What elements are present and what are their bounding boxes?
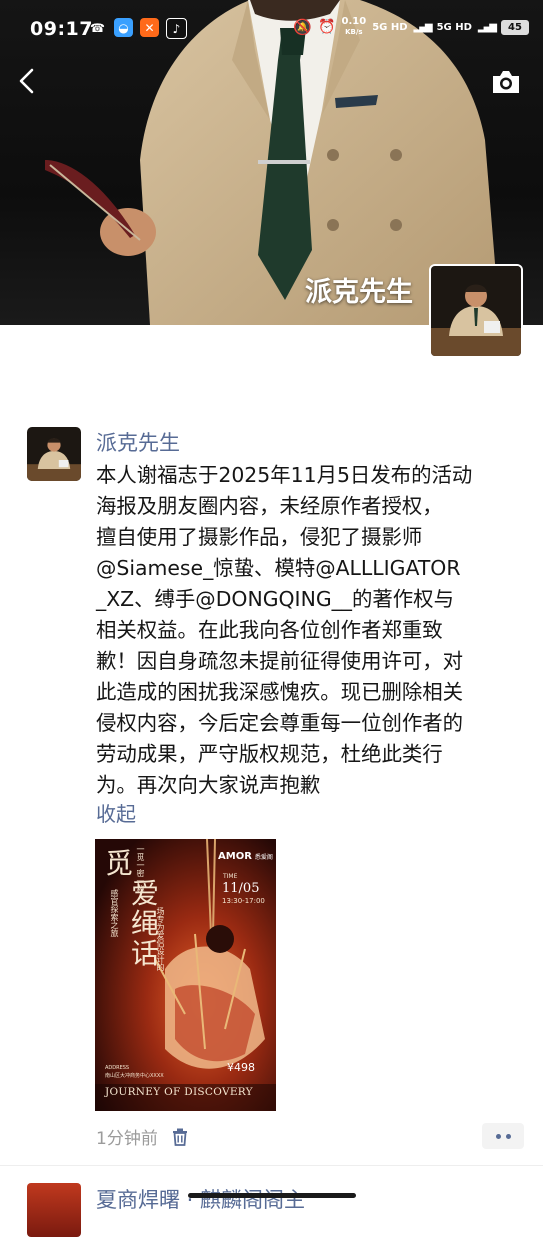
post-text-line: @Siamese_惊蛰、模特@ALLLIGATOR [96,556,461,580]
signal-bars-icon: ▂▄▆ [413,21,433,33]
battery-level: 45 [508,21,522,33]
post-text-line: 劳动成果，严守版权规范，杜绝此类行 [96,742,443,766]
post-text-line: 相关权益。在此我向各位创作者郑重致 [96,618,443,642]
net-speed-value: 0.10 [341,16,367,27]
post-text-line: _XZ、缚手@DONGQING__的著作权与 [96,587,454,611]
poster-address-label: ADDRESS [105,1065,130,1071]
delete-icon[interactable] [172,1128,188,1146]
weather-app-icon: ◒ [114,18,133,37]
author-avatar[interactable] [27,427,81,481]
poster-brand-name: AMOR [218,851,252,862]
net-speed-unit: KB/s [345,28,363,36]
post-text-line: 擅自使用了摄影作品，侵犯了摄影师 [96,525,423,549]
cover-username: 派克先生 [305,277,413,308]
post-text-line: 歉！因自身疏忽未提前征得使用许可，对 [96,649,464,673]
status-notification-icons: ☎ ◒ ✕ ♪ [88,18,187,39]
poster-brand: AMOR 悉爱阁 [218,851,273,862]
poster-date: 11/05 [222,881,260,896]
phone-icon: ☎ [90,20,105,35]
post-text-line: 此造成的困扰我深感愧疚。现已删除相关 [96,680,464,704]
signal-sim2: 5G HD [436,21,472,33]
home-indicator[interactable] [188,1193,356,1198]
poster-time-label: TIME [223,873,238,880]
back-arrow-icon[interactable] [16,66,38,96]
next-author-name[interactable]: 夏商焊曙 · 麒麟阁阁主 [96,1184,305,1214]
post-text-line: 侵权内容，今后定会尊重每一位创作者的 [96,711,464,735]
alarm-icon: ⏰ [318,19,336,35]
collapse-link[interactable]: 收起 [96,798,136,827]
poster-subtitle-3: 场专为爱侣设计的 [156,907,165,971]
next-author-avatar[interactable] [27,1183,81,1237]
dot-icon [505,1133,511,1139]
poster-brand-sub: 悉爱阁 [254,854,273,861]
author-name[interactable]: 派克先生 [96,427,180,457]
post-image-poster[interactable]: 觅 爱 绳 话 一觅一密一秘 感官探索之旅 场专为爱侣设计的 AMOR 悉爱阁 … [95,839,276,1111]
status-bar: 09:17 ☎ ◒ ✕ ♪ 🔕 ⏰ 0.10 KB/s 5G HD ▂▄▆ 5G… [0,0,543,58]
poster-footer: JOURNEY OF DISCOVERY [105,1086,253,1098]
battery-icon: 45 [501,19,529,35]
post-text-line: 海报及朋友圈内容，未经原作者授权， [96,494,443,518]
poster-subtitle-2: 感官探索之旅 [110,889,119,937]
camera-icon[interactable] [490,68,522,96]
status-right-indicators: 🔕 ⏰ 0.10 KB/s 5G HD ▂▄▆ 5G HD ▂▄▆ 45 [293,17,529,37]
sports-app-icon: ✕ [140,18,159,37]
post-time: 1分钟前 [96,1129,158,1149]
poster-address: 南山区大冲商务中心XXXX [105,1073,164,1079]
status-time: 09:17 [30,18,93,40]
more-actions-button[interactable] [482,1123,524,1149]
post-text-line: 本人谢福志于2025年11月5日发布的活动 [96,463,473,487]
poster-price: ¥498 [227,1061,255,1074]
douyin-icon: ♪ [166,18,187,39]
poster-hours: 13:30-17:00 [222,897,265,905]
poster-subtitle: 一觅一密一秘 [136,845,145,893]
dot-icon [495,1133,501,1139]
post-meta: 1分钟前 [96,1124,188,1149]
cover-avatar[interactable] [429,264,523,358]
signal-sim1: 5G HD [372,21,408,33]
post-text-line: 为。再次向大家说声抱歉 [96,773,321,797]
poster-title-char: 觅 [105,847,134,880]
post-text: 本人谢福志于2025年11月5日发布的活动 海报及朋友圈内容，未经原作者授权， … [96,460,526,801]
signal-bars-icon-2: ▂▄▆ [477,21,497,33]
net-speed: 0.10 KB/s [342,17,367,37]
mute-icon: 🔕 [293,18,313,36]
